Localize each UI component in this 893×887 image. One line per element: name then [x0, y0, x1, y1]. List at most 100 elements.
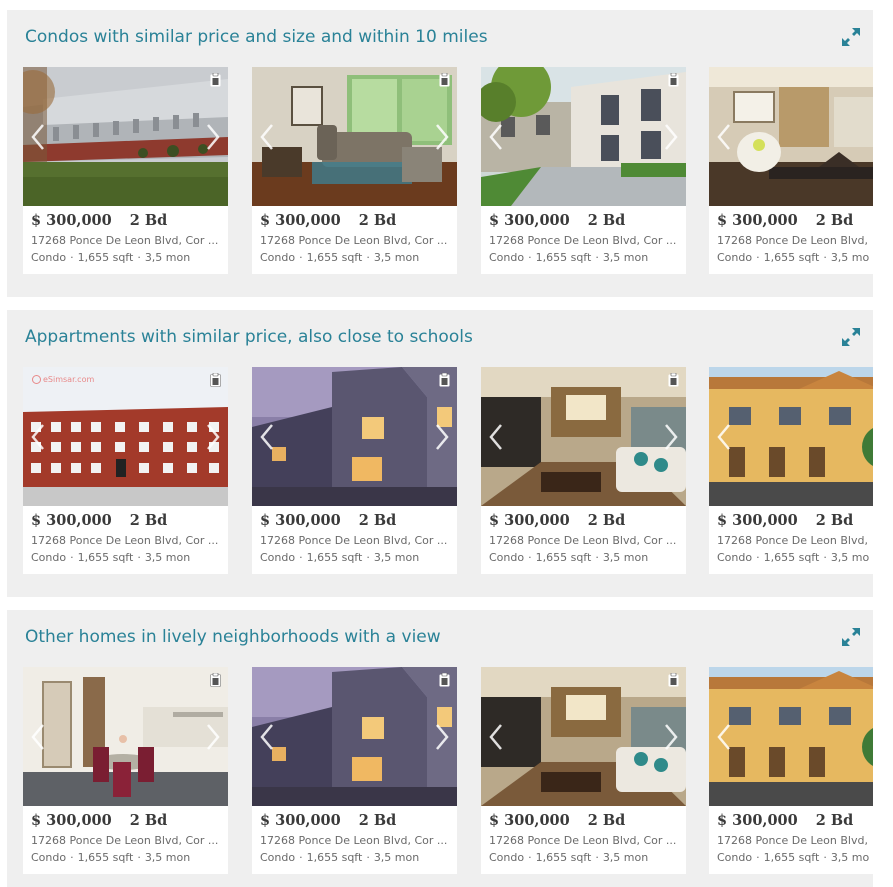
chevron-right-icon[interactable] [433, 722, 451, 752]
chevron-left-icon[interactable] [715, 122, 733, 152]
chevron-right-icon[interactable] [204, 422, 222, 452]
listing-card[interactable]: $ 300,000 2 Bd 17268 Ponce De Leon Blvd, … [481, 667, 686, 874]
chevron-right-icon[interactable] [204, 722, 222, 752]
listing-card[interactable]: $ 300,000 2 Bd 17268 Ponce De Leon Blvd, … [23, 667, 228, 874]
section-lively-neighborhoods: Other homes in lively neighborhoods with… [7, 610, 873, 887]
listing-price: $ 300,000 [260, 512, 341, 529]
listing-price: $ 300,000 [717, 812, 798, 829]
expand-arrows-icon[interactable] [839, 325, 863, 349]
listing-address: 17268 Ponce De Leon Blvd, Cor ... [489, 534, 677, 547]
listing-address: 17268 Ponce De Leon Blvd, Cor ... [260, 234, 448, 247]
listing-beds: 2 Bd [358, 512, 397, 529]
separator-dot: · [366, 851, 370, 864]
watermark-logo: eSimsar.com [32, 375, 94, 384]
listing-card[interactable]: $ 300,000 2 Bd 17268 Ponce De Leon Blvd, … [252, 367, 457, 574]
chevron-left-icon[interactable] [29, 722, 47, 752]
listing-beds: 2 Bd [587, 512, 626, 529]
listing-beds: 2 Bd [587, 212, 626, 229]
listing-beds: 2 Bd [815, 212, 854, 229]
clipboard-icon[interactable] [439, 673, 450, 687]
listing-address: 17268 Ponce De Leon Blvd, Cor ... [489, 834, 677, 847]
separator-dot: · [366, 251, 370, 264]
listing-sqft: 1,655 sqft [535, 551, 592, 564]
listing-photo [252, 67, 457, 206]
listing-term: 3,5 mon [830, 851, 869, 864]
listing-card[interactable]: $ 300,000 2 Bd 17268 Ponce De Leon Blvd, … [709, 667, 873, 874]
chevron-left-icon[interactable] [29, 122, 47, 152]
listing-term: 3,5 mon [602, 851, 649, 864]
chevron-right-icon[interactable] [662, 122, 680, 152]
listing-sqft: 1,655 sqft [77, 251, 134, 264]
chevron-left-icon[interactable] [487, 722, 505, 752]
listing-card[interactable]: eSimsar.com $ 300,000 2 Bd 17268 Ponce De… [23, 367, 228, 574]
listing-card[interactable]: $ 300,000 2 Bd 17268 Ponce De Leon Blvd, … [709, 367, 873, 574]
separator-dot: · [299, 851, 303, 864]
chevron-left-icon[interactable] [29, 422, 47, 452]
separator-dot: · [756, 251, 760, 264]
separator-dot: · [528, 551, 532, 564]
separator-dot: · [366, 551, 370, 564]
listing-card[interactable]: $ 300,000 2 Bd 17268 Ponce De Leon Blvd, … [709, 67, 873, 274]
listing-photo [709, 667, 873, 806]
listing-card[interactable]: $ 300,000 2 Bd 17268 Ponce De Leon Blvd, … [481, 367, 686, 574]
clipboard-icon[interactable] [210, 373, 221, 387]
clipboard-icon[interactable] [439, 373, 450, 387]
listing-sqft: 1,655 sqft [535, 251, 592, 264]
listing-type: Condo [31, 551, 67, 564]
listing-photo [252, 667, 457, 806]
listing-price: $ 300,000 [489, 212, 570, 229]
clipboard-icon[interactable] [668, 673, 679, 687]
listing-beds: 2 Bd [815, 512, 854, 529]
chevron-left-icon[interactable] [487, 122, 505, 152]
listing-price: $ 300,000 [489, 812, 570, 829]
listing-card[interactable]: $ 300,000 2 Bd 17268 Ponce De Leon Blvd, … [252, 67, 457, 274]
listing-sqft: 1,655 sqft [763, 551, 820, 564]
listing-term: 3,5 mon [373, 551, 420, 564]
chevron-left-icon[interactable] [715, 722, 733, 752]
section-condos-similar: Condos with similar price and size and w… [7, 10, 873, 297]
clipboard-icon[interactable] [210, 673, 221, 687]
listing-term: 3,5 mon [373, 251, 420, 264]
listing-sqft: 1,655 sqft [763, 251, 820, 264]
chevron-left-icon[interactable] [487, 422, 505, 452]
clipboard-icon[interactable] [439, 73, 450, 87]
chevron-right-icon[interactable] [433, 422, 451, 452]
listing-beds: 2 Bd [587, 812, 626, 829]
listing-price: $ 300,000 [31, 212, 112, 229]
separator-dot: · [595, 851, 599, 864]
clipboard-icon[interactable] [668, 73, 679, 87]
chevron-right-icon[interactable] [662, 422, 680, 452]
listing-card[interactable]: $ 300,000 2 Bd 17268 Ponce De Leon Blvd, … [481, 67, 686, 274]
listing-card[interactable]: $ 300,000 2 Bd 17268 Ponce De Leon Blvd, … [252, 667, 457, 874]
listing-type: Condo [31, 851, 67, 864]
listing-sqft: 1,655 sqft [77, 851, 134, 864]
listing-sqft: 1,655 sqft [763, 851, 820, 864]
chevron-right-icon[interactable] [662, 722, 680, 752]
chevron-left-icon[interactable] [258, 122, 276, 152]
listing-term: 3,5 mon [602, 251, 649, 264]
listing-beds: 2 Bd [358, 212, 397, 229]
expand-arrows-icon[interactable] [839, 25, 863, 49]
listing-card[interactable]: $ 300,000 2 Bd 17268 Ponce De Leon Blvd, … [23, 67, 228, 274]
listing-photo [23, 667, 228, 806]
section-title: Appartments with similar price, also clo… [25, 327, 473, 347]
listing-type: Condo [260, 851, 296, 864]
chevron-right-icon[interactable] [204, 122, 222, 152]
expand-arrows-icon[interactable] [839, 625, 863, 649]
chevron-right-icon[interactable] [433, 122, 451, 152]
chevron-left-icon[interactable] [715, 422, 733, 452]
separator-dot: · [756, 851, 760, 864]
listing-address: 17268 Ponce De Leon Blvd, Cor ... [260, 834, 448, 847]
chevron-left-icon[interactable] [258, 722, 276, 752]
section-title: Other homes in lively neighborhoods with… [25, 627, 441, 647]
listing-term: 3,5 mon [144, 851, 191, 864]
section-title: Condos with similar price and size and w… [25, 27, 488, 47]
separator-dot: · [70, 551, 74, 564]
clipboard-icon[interactable] [210, 73, 221, 87]
chevron-left-icon[interactable] [258, 422, 276, 452]
listing-price: $ 300,000 [260, 812, 341, 829]
separator-dot: · [137, 251, 141, 264]
listing-sqft: 1,655 sqft [306, 251, 363, 264]
separator-dot: · [595, 551, 599, 564]
clipboard-icon[interactable] [668, 373, 679, 387]
